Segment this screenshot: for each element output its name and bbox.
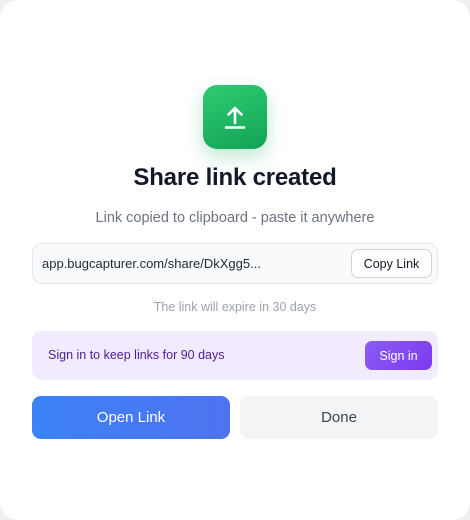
link-expiry-note: The link will expire in 30 days [153, 300, 317, 314]
sign-in-button[interactable]: Sign in [365, 341, 432, 370]
dialog-title: Share link created [133, 164, 337, 191]
share-link-dialog: Share link created Link copied to clipbo… [0, 0, 470, 520]
upload-arrow-glyph [224, 106, 246, 129]
upload-arrow-icon [203, 85, 267, 149]
copy-link-button[interactable]: Copy Link [351, 249, 432, 278]
share-link-field: app.bugcapturer.com/share/DkXgg5... Copy… [32, 243, 438, 284]
open-link-button[interactable]: Open Link [32, 396, 230, 439]
share-link-url[interactable]: app.bugcapturer.com/share/DkXgg5... [42, 256, 261, 271]
done-button[interactable]: Done [240, 396, 438, 439]
dialog-subtitle: Link copied to clipboard - paste it anyw… [95, 210, 375, 226]
signin-banner: Sign in to keep links for 90 days Sign i… [32, 331, 438, 380]
signin-banner-text: Sign in to keep links for 90 days [48, 348, 225, 362]
